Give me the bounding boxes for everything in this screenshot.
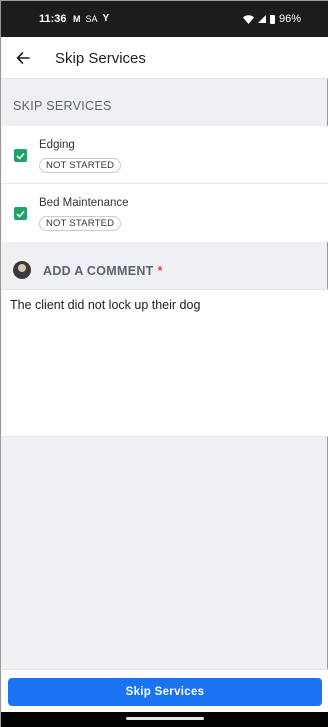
- home-handle[interactable]: [126, 717, 204, 720]
- page-title: Skip Services: [55, 50, 146, 67]
- phone-frame: 11:36 M SA Y 96% Skip Services SKIP SERV…: [0, 0, 328, 727]
- app-bar: Skip Services: [2, 37, 328, 79]
- service-item-bed-maintenance[interactable]: Bed Maintenance NOT STARTED: [2, 184, 328, 242]
- battery-percent: 96%: [278, 13, 301, 25]
- service-checkbox[interactable]: [14, 149, 27, 162]
- comment-header: ADD A COMMENT *: [2, 243, 328, 289]
- service-name: Bed Maintenance: [39, 197, 129, 209]
- system-icons: 96%: [242, 13, 301, 25]
- checkmark-icon: [16, 152, 25, 160]
- section-title: SKIP SERVICES: [13, 99, 112, 113]
- comment-text: The client did not lock up their dog: [10, 298, 201, 312]
- service-list: Edging NOT STARTED Bed Maintenance NOT S…: [2, 126, 328, 242]
- service-item-edging[interactable]: Edging NOT STARTED: [2, 126, 328, 184]
- skip-services-header: SKIP SERVICES: [2, 87, 328, 125]
- status-time: 11:36: [39, 13, 67, 25]
- service-name: Edging: [39, 139, 75, 151]
- arrow-left-icon: [16, 52, 30, 64]
- signal-icon: [257, 15, 266, 23]
- status-bar: 11:36 M SA Y 96%: [1, 1, 328, 37]
- required-marker: *: [157, 264, 163, 278]
- wifi-icon: [242, 14, 254, 24]
- back-button[interactable]: [12, 47, 34, 69]
- comment-title: ADD A COMMENT *: [43, 264, 163, 278]
- comment-input[interactable]: The client did not lock up their dog: [2, 289, 328, 437]
- app-notification-icon: Y: [102, 13, 110, 24]
- footer: Skip Services: [2, 669, 328, 712]
- sa-indicator: SA: [85, 13, 98, 24]
- notification-icons: M SA Y: [73, 13, 109, 24]
- checkmark-icon: [16, 210, 25, 218]
- status-badge: NOT STARTED: [39, 216, 122, 231]
- comment-title-text: ADD A COMMENT: [43, 264, 154, 278]
- battery-icon: [269, 14, 275, 24]
- status-badge: NOT STARTED: [39, 158, 122, 173]
- system-nav-bar: [1, 712, 328, 727]
- avatar: [13, 261, 31, 279]
- gmail-icon: M: [73, 13, 81, 24]
- skip-services-button[interactable]: Skip Services: [8, 678, 322, 706]
- service-checkbox[interactable]: [14, 207, 27, 220]
